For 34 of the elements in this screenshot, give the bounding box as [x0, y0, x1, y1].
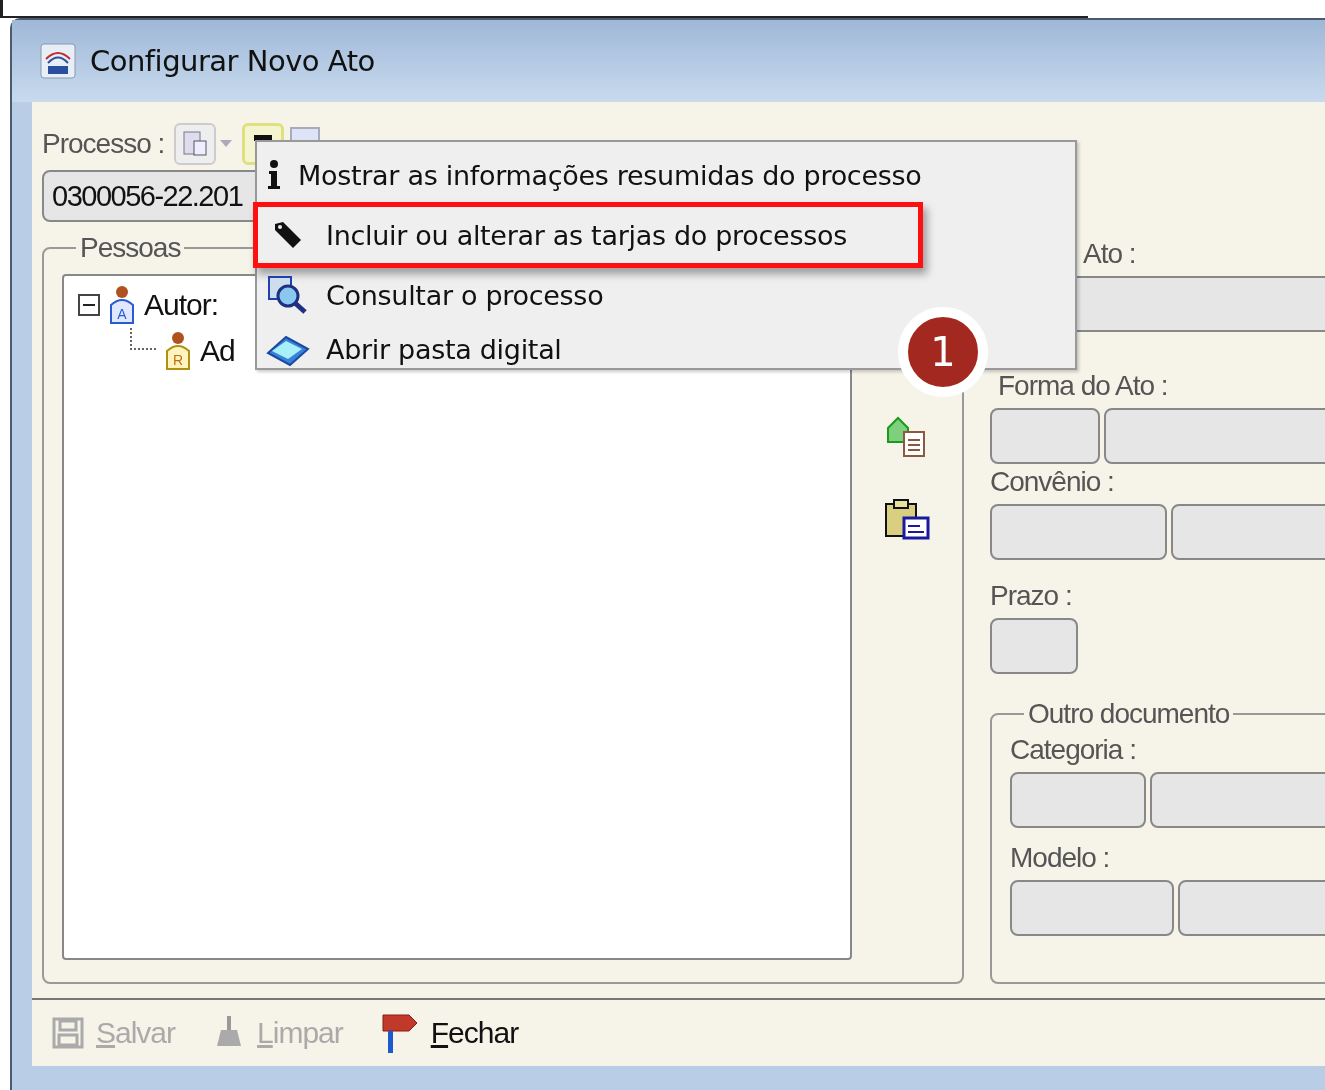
code-field[interactable]	[1010, 772, 1146, 828]
tree-connector	[130, 328, 156, 350]
tree-item[interactable]: Ad	[200, 334, 235, 368]
field-label: Convênio :	[990, 466, 1115, 498]
menu-item-label: Consultar o processo	[326, 279, 604, 311]
group-title: Pessoas	[79, 232, 182, 264]
field-label: Modelo :	[1010, 842, 1111, 874]
document-icon-button[interactable]	[174, 123, 217, 165]
window-title: Configurar Novo Ato	[90, 44, 375, 78]
menu-item-label: Incluir ou alterar as tarjas do processos	[326, 219, 847, 251]
dropdown-caret-icon[interactable]	[220, 140, 233, 148]
code-field[interactable]	[1010, 880, 1174, 936]
clipboard-icon[interactable]	[884, 498, 930, 540]
search-icon	[267, 275, 309, 315]
menu-item[interactable]: Incluir ou alterar as tarjas do processos	[253, 202, 923, 268]
field-label: Prazo :	[990, 580, 1073, 612]
signpost-icon	[380, 1013, 419, 1053]
code-field[interactable]	[990, 504, 1167, 560]
input-field[interactable]	[990, 618, 1078, 674]
tag-icon	[273, 220, 303, 250]
house-clipboard-icon[interactable]	[886, 414, 928, 458]
tree-toggle[interactable]	[78, 294, 100, 316]
field-label: Forma do Ato :	[997, 370, 1169, 402]
tree-item[interactable]: Autor:	[144, 288, 219, 322]
app-logo-icon	[40, 43, 76, 79]
info-icon	[266, 160, 282, 190]
menu-item-label: Abrir pasta digital	[326, 333, 562, 365]
field-label: Categoria :	[1010, 734, 1137, 766]
toolbar-button[interactable]: Fechar	[376, 1009, 523, 1057]
code-field[interactable]	[990, 408, 1100, 464]
description-field[interactable]	[1104, 408, 1325, 464]
group-title: Outro documento	[1027, 698, 1231, 730]
processo-label: Processo :	[42, 128, 165, 160]
field-label: Ato :	[1082, 238, 1137, 270]
